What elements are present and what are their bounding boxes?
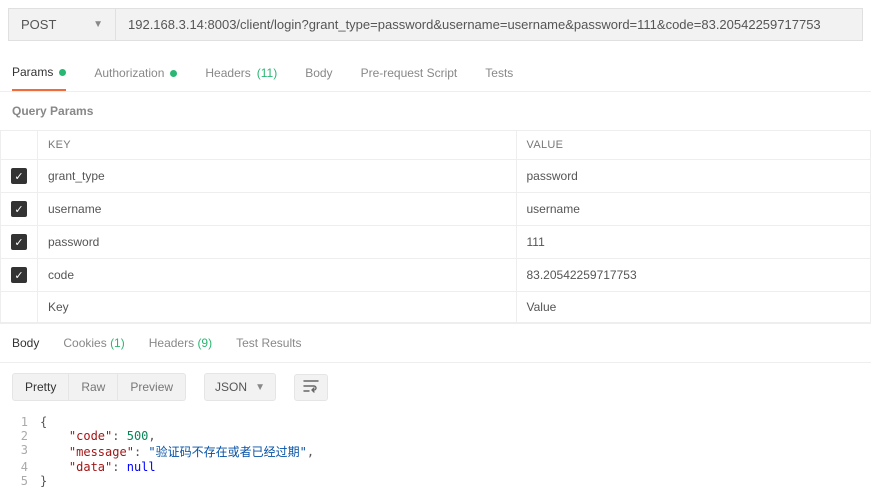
table-row[interactable]: ✓ code 83.20542259717753 <box>1 259 871 292</box>
resp-tab-body[interactable]: Body <box>12 336 39 350</box>
checkbox-checked-icon[interactable]: ✓ <box>11 234 27 250</box>
param-value[interactable]: 83.20542259717753 <box>516 259 871 292</box>
status-dot-icon <box>59 69 66 76</box>
status-dot-icon <box>170 70 177 77</box>
param-key[interactable]: grant_type <box>38 160 517 193</box>
line-number: 4 <box>0 460 40 474</box>
tab-tests[interactable]: Tests <box>485 59 513 91</box>
code-text: 500 <box>127 429 149 443</box>
caret-down-icon: ▼ <box>255 382 265 393</box>
resp-tab-cookies[interactable]: Cookies (1) <box>63 336 124 350</box>
table-row[interactable]: ✓ username username <box>1 193 871 226</box>
format-label: JSON <box>215 380 247 394</box>
tab-params-label: Params <box>12 65 53 79</box>
wrap-icon <box>303 379 319 393</box>
checkbox-empty[interactable] <box>1 292 38 323</box>
value-header: VALUE <box>516 131 871 160</box>
code-text: } <box>40 474 47 488</box>
table-row-new[interactable]: Key Value <box>1 292 871 323</box>
format-select[interactable]: JSON ▼ <box>204 373 276 401</box>
resp-tab-headers[interactable]: Headers (9) <box>149 336 212 350</box>
code-text: "验证码不存在或者已经过期" <box>148 445 306 459</box>
url-input[interactable]: 192.168.3.14:8003/client/login?grant_typ… <box>116 8 863 41</box>
view-mode-group: Pretty Raw Preview <box>12 373 186 401</box>
tab-params[interactable]: Params <box>12 59 66 91</box>
preview-button[interactable]: Preview <box>118 373 186 401</box>
code-text: { <box>40 415 47 429</box>
param-value-placeholder[interactable]: Value <box>516 292 871 323</box>
http-method-label: POST <box>21 17 56 32</box>
pretty-button[interactable]: Pretty <box>12 373 69 401</box>
response-toolbar: Pretty Raw Preview JSON ▼ <box>0 363 871 411</box>
param-key[interactable]: password <box>38 226 517 259</box>
code-text: null <box>127 460 156 474</box>
tab-authorization-label: Authorization <box>94 66 164 80</box>
tab-headers-label: Headers <box>205 66 250 80</box>
checkbox-checked-icon[interactable]: ✓ <box>11 267 27 283</box>
tab-body[interactable]: Body <box>305 59 332 91</box>
param-key[interactable]: code <box>38 259 517 292</box>
resp-tab-headers-label: Headers <box>149 336 194 350</box>
resp-tab-cookies-label: Cookies <box>63 336 106 350</box>
param-value[interactable]: 111 <box>516 226 871 259</box>
param-key[interactable]: username <box>38 193 517 226</box>
raw-button[interactable]: Raw <box>69 373 118 401</box>
code-text: "data" <box>69 460 112 474</box>
resp-tab-headers-count: (9) <box>197 336 212 350</box>
param-key-placeholder[interactable]: Key <box>38 292 517 323</box>
checkbox-checked-icon[interactable]: ✓ <box>11 168 27 184</box>
code-text: "message" <box>69 445 134 459</box>
table-row[interactable]: ✓ password 111 <box>1 226 871 259</box>
key-header: KEY <box>38 131 517 160</box>
http-method-select[interactable]: POST ▼ <box>8 8 116 41</box>
resp-tab-cookies-count: (1) <box>110 336 125 350</box>
line-number: 2 <box>0 429 40 443</box>
line-number: 1 <box>0 415 40 429</box>
query-params-table: KEY VALUE ✓ grant_type password ✓ userna… <box>0 130 871 323</box>
wrap-lines-button[interactable] <box>294 374 328 401</box>
line-number: 5 <box>0 474 40 488</box>
resp-tab-test-results[interactable]: Test Results <box>236 336 301 350</box>
param-value[interactable]: password <box>516 160 871 193</box>
response-body[interactable]: 1{ 2 "code": 500, 3 "message": "验证码不存在或者… <box>0 411 871 500</box>
param-value[interactable]: username <box>516 193 871 226</box>
tab-authorization[interactable]: Authorization <box>94 59 177 91</box>
checkbox-checked-icon[interactable]: ✓ <box>11 201 27 217</box>
tab-prerequest[interactable]: Pre-request Script <box>361 59 458 91</box>
tab-headers[interactable]: Headers (11) <box>205 59 277 91</box>
query-params-title: Query Params <box>0 92 871 130</box>
request-tabs: Params Authorization Headers (11) Body P… <box>0 49 871 92</box>
checkbox-header <box>1 131 38 160</box>
code-text: "code" <box>69 429 112 443</box>
line-number: 3 <box>0 443 40 460</box>
table-row[interactable]: ✓ grant_type password <box>1 160 871 193</box>
response-tabs: Body Cookies (1) Headers (9) Test Result… <box>0 323 871 363</box>
caret-down-icon: ▼ <box>93 19 103 30</box>
tab-headers-count: (11) <box>257 66 277 80</box>
